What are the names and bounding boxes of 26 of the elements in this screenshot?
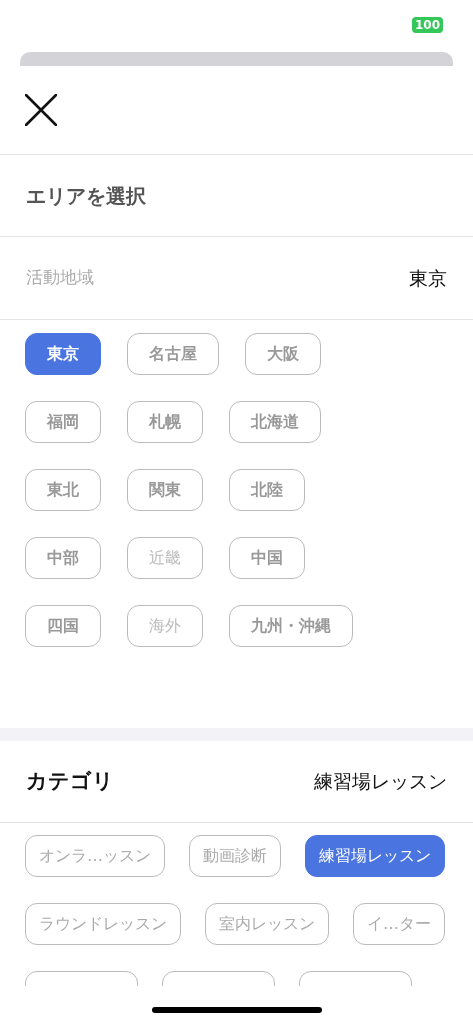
- category-chip[interactable]: ラウンドレッスン: [25, 903, 181, 945]
- category-chip[interactable]: 室内レッスン: [205, 903, 329, 945]
- category-chip[interactable]: 動画診断: [189, 835, 281, 877]
- area-chip[interactable]: 名古屋: [127, 333, 219, 375]
- area-chip[interactable]: 九州・沖縄: [229, 605, 353, 647]
- close-icon[interactable]: [25, 94, 57, 126]
- section-title: エリアを選択: [26, 182, 146, 210]
- category-label: カテゴリ: [26, 767, 114, 795]
- field-label: 活動地域: [26, 266, 94, 290]
- area-chip[interactable]: 福岡: [25, 401, 101, 443]
- battery-level: 100: [411, 17, 443, 33]
- area-chip[interactable]: 関東: [127, 469, 203, 511]
- area-chip[interactable]: 東京: [25, 333, 101, 375]
- area-chip[interactable]: 東北: [25, 469, 101, 511]
- category-chip[interactable]: オンラ…ッスン: [25, 835, 165, 877]
- area-chip[interactable]: 大阪: [245, 333, 321, 375]
- area-chip[interactable]: 北海道: [229, 401, 321, 443]
- area-chip[interactable]: 北陸: [229, 469, 305, 511]
- area-chip[interactable]: 札幌: [127, 401, 203, 443]
- field-value: 東京: [409, 265, 447, 291]
- area-chip[interactable]: 中部: [25, 537, 101, 579]
- category-chip[interactable]: 練習場レッスン: [305, 835, 445, 877]
- category-chip[interactable]: イ…ター: [353, 903, 445, 945]
- category-value: 練習場レッスン: [314, 769, 447, 795]
- area-chip[interactable]: 四国: [25, 605, 101, 647]
- area-chip[interactable]: 中国: [229, 537, 305, 579]
